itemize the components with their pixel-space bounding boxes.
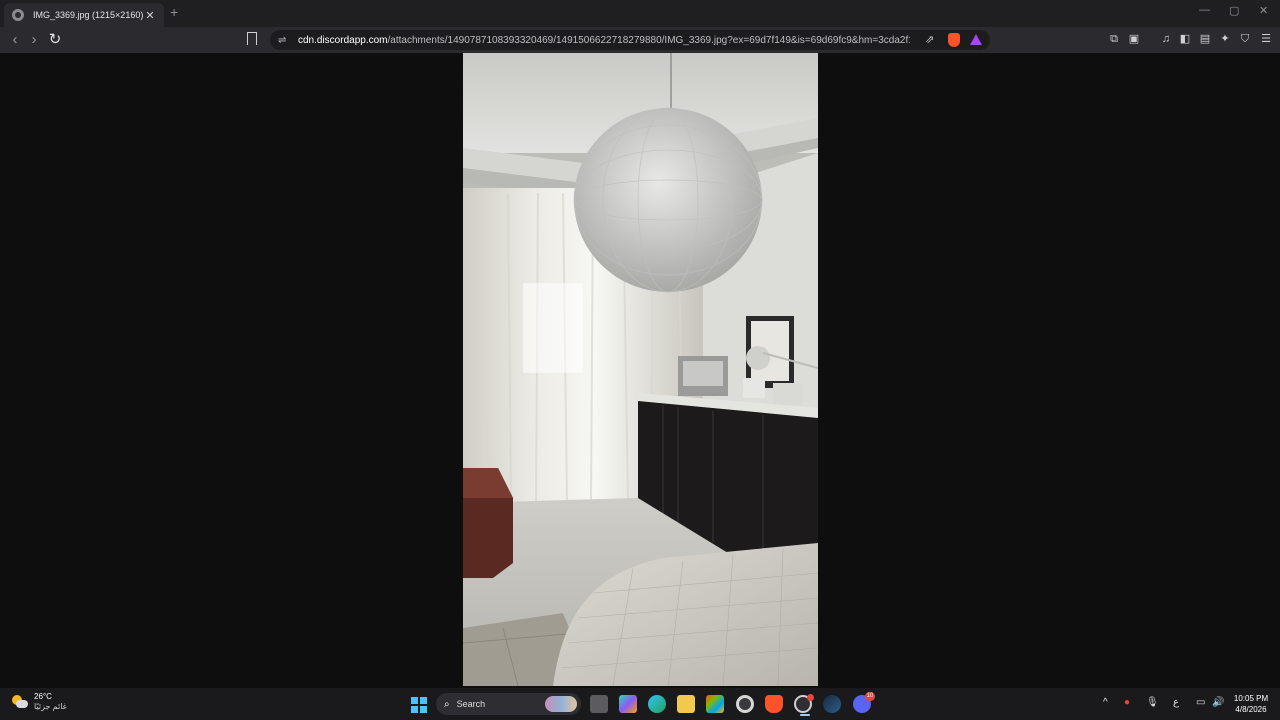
maximize-button[interactable]: ▢ — [1229, 4, 1239, 17]
window-close-button[interactable]: ✕ — [1259, 4, 1268, 17]
vpn-shield-icon[interactable]: ⛉ — [1238, 32, 1252, 46]
extensions-icon[interactable]: ⧉ — [1107, 32, 1121, 46]
tab-close-icon[interactable]: ✕ — [144, 9, 156, 22]
weather-condition: غائم جزئيًا — [34, 702, 67, 711]
media-icon[interactable]: ♫ — [1159, 32, 1173, 46]
clock-time: 10:05 PM — [1233, 694, 1269, 703]
volume-icon[interactable]: 🔊 — [1212, 697, 1224, 708]
tab-strip: IMG_3369.jpg (1215×2160) ✕ + — ▢ ✕ — [0, 0, 1280, 27]
settings-icon[interactable] — [736, 695, 754, 713]
language-indicator[interactable]: ع — [1173, 697, 1179, 708]
page-viewport — [3, 53, 1277, 686]
tab-image[interactable]: IMG_3369.jpg (1215×2160) ✕ — [4, 3, 164, 27]
discord-badge: 10 — [865, 692, 875, 701]
steam-icon[interactable] — [823, 695, 841, 713]
new-tab-button[interactable]: + — [170, 4, 178, 20]
browser-window-icon[interactable] — [794, 694, 814, 716]
reload-button[interactable]: ↻ — [46, 31, 64, 49]
site-info-icon[interactable]: ⇌ — [278, 35, 292, 46]
discord-icon[interactable]: 10 — [853, 692, 875, 713]
taskbar-search[interactable]: ⌕ Search — [436, 693, 581, 715]
menu-icon[interactable]: ☰ — [1259, 32, 1273, 46]
brave-icon[interactable] — [765, 695, 783, 713]
share-icon[interactable]: ⇗ — [925, 34, 937, 46]
sidebar-icon[interactable]: ◧ — [1178, 32, 1192, 46]
show-hidden-icons[interactable]: ^ — [1103, 697, 1108, 708]
tab-title: IMG_3369.jpg (1215×2160) — [33, 10, 144, 20]
system-clock[interactable]: 10:05 PM 4/8/2026 — [1228, 693, 1274, 715]
edge-icon[interactable] — [648, 695, 666, 713]
start-button[interactable] — [411, 697, 427, 713]
weather-temp: 26°C — [34, 692, 52, 701]
copilot-icon[interactable] — [619, 695, 637, 713]
back-button[interactable]: ‹ — [6, 31, 24, 49]
antivirus-icon[interactable]: ● — [1124, 697, 1130, 708]
search-highlight-icon — [545, 696, 577, 712]
translate-icon[interactable]: ▣ — [1127, 32, 1141, 46]
globe-icon — [12, 9, 24, 21]
brave-shields-icon[interactable] — [948, 33, 960, 47]
brave-rewards-icon[interactable] — [970, 34, 982, 45]
partly-cloudy-icon — [12, 695, 28, 709]
forward-button[interactable]: › — [25, 31, 43, 49]
image-viewer[interactable] — [463, 53, 818, 686]
browser-toolbar: ‹ › ↻ ⇌ cdn.discordapp.com/attachments/1… — [0, 27, 1280, 53]
microsoft-store-icon[interactable] — [706, 695, 724, 713]
windows-taskbar: 26°C غائم جزئيًا ⌕ Search 10 ^ ● 🎙 ع ▭ 🔊… — [0, 688, 1280, 720]
task-view-icon[interactable] — [590, 695, 608, 713]
bookmark-icon[interactable] — [247, 32, 257, 45]
wallet-icon[interactable]: ▤ — [1198, 32, 1212, 46]
address-bar[interactable]: ⇌ cdn.discordapp.com/attachments/1490787… — [270, 30, 990, 50]
clock-date: 4/8/2026 — [1235, 705, 1267, 714]
microphone-icon[interactable]: 🎙 — [1146, 697, 1159, 708]
network-icon[interactable]: ▭ — [1196, 697, 1205, 708]
url-host: cdn.discordapp.com — [298, 34, 388, 46]
bedroom-photo — [463, 53, 818, 686]
weather-widget[interactable]: 26°C غائم جزئيًا — [12, 692, 67, 712]
search-icon: ⌕ — [444, 698, 450, 710]
minimize-button[interactable]: — — [1199, 4, 1210, 16]
url-path: /attachments/1490787108393320469/1491506… — [387, 34, 911, 46]
leo-ai-icon[interactable]: ✦ — [1218, 32, 1232, 46]
file-explorer-icon[interactable] — [677, 695, 695, 713]
url-text[interactable]: cdn.discordapp.com/attachments/149078710… — [298, 35, 910, 46]
search-label: Search — [456, 699, 486, 709]
notification-dot — [807, 694, 814, 701]
